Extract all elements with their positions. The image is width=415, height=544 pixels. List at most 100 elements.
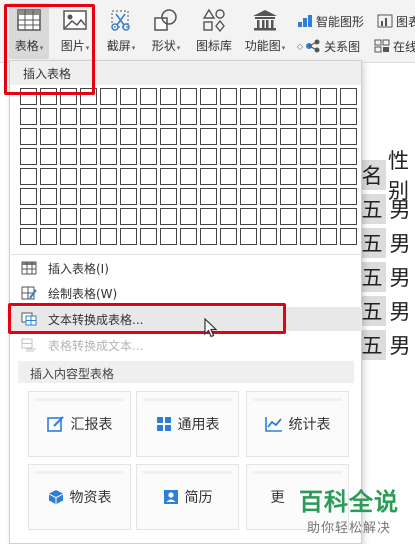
grid-cell[interactable] [340,108,357,125]
grid-cell[interactable] [60,108,77,125]
grid-cell[interactable] [320,128,337,145]
grid-cell[interactable] [140,208,157,225]
grid-cell[interactable] [260,88,277,105]
grid-cell[interactable] [120,188,137,205]
grid-cell[interactable] [100,148,117,165]
grid-cell[interactable] [340,88,357,105]
grid-cell[interactable] [340,148,357,165]
grid-cell[interactable] [120,88,137,105]
grid-cell[interactable] [20,228,37,245]
insert-table-item[interactable]: 插入表格(I) [11,256,362,280]
grid-cell[interactable] [40,228,57,245]
grid-cell[interactable] [300,208,317,225]
grid-cell[interactable] [20,128,37,145]
grid-cell[interactable] [100,128,117,145]
grid-cell[interactable] [140,128,157,145]
grid-cell[interactable] [140,88,157,105]
grid-cell[interactable] [340,168,357,185]
grid-cell[interactable] [100,188,117,205]
grid-cell[interactable] [240,168,257,185]
grid-cell[interactable] [280,208,297,225]
grid-cell[interactable] [240,228,257,245]
grid-cell[interactable] [80,208,97,225]
grid-cell[interactable] [120,168,137,185]
grid-cell[interactable] [80,228,97,245]
grid-cell[interactable] [100,208,117,225]
template-resume-card[interactable]: 简历 [136,464,239,530]
grid-cell[interactable] [160,128,177,145]
grid-cell[interactable] [60,148,77,165]
grid-cell[interactable] [220,188,237,205]
grid-cell[interactable] [200,188,217,205]
grid-cell[interactable] [180,208,197,225]
template-report-card[interactable]: 汇报表 [28,391,131,457]
template-supplies-card[interactable]: 物资表 [28,464,131,530]
grid-cell[interactable] [240,108,257,125]
grid-cell[interactable] [100,168,117,185]
grid-cell[interactable] [220,208,237,225]
screenshot-button[interactable]: 截屏▾ [101,3,141,59]
grid-cell[interactable] [280,168,297,185]
grid-cell[interactable] [320,168,337,185]
grid-cell[interactable] [160,208,177,225]
grid-cell[interactable] [220,108,237,125]
grid-cell[interactable] [60,228,77,245]
grid-cell[interactable] [180,108,197,125]
grid-cell[interactable] [180,148,197,165]
grid-cell[interactable] [240,128,257,145]
grid-cell[interactable] [320,88,337,105]
grid-cell[interactable] [280,108,297,125]
grid-cell[interactable] [40,148,57,165]
grid-cell[interactable] [140,188,157,205]
grid-cell[interactable] [60,188,77,205]
online-chart-button[interactable]: 在线 [374,36,415,56]
grid-cell[interactable] [280,128,297,145]
grid-cell[interactable] [280,228,297,245]
grid-cell[interactable] [300,228,317,245]
table-size-grid[interactable] [20,88,357,245]
grid-cell[interactable] [300,188,317,205]
grid-cell[interactable] [240,148,257,165]
chart-button[interactable]: 图表 [377,11,415,31]
grid-cell[interactable] [220,148,237,165]
grid-cell[interactable] [300,148,317,165]
grid-cell[interactable] [140,228,157,245]
grid-cell[interactable] [120,148,137,165]
grid-cell[interactable] [200,208,217,225]
grid-cell[interactable] [220,168,237,185]
grid-cell[interactable] [120,108,137,125]
grid-cell[interactable] [240,188,257,205]
grid-cell[interactable] [160,148,177,165]
grid-cell[interactable] [40,168,57,185]
grid-cell[interactable] [320,148,337,165]
grid-cell[interactable] [180,228,197,245]
grid-cell[interactable] [260,168,277,185]
template-general-card[interactable]: 通用表 [136,391,239,457]
grid-cell[interactable] [20,108,37,125]
grid-cell[interactable] [340,208,357,225]
grid-cell[interactable] [300,128,317,145]
grid-cell[interactable] [280,88,297,105]
grid-cell[interactable] [200,228,217,245]
grid-cell[interactable] [80,128,97,145]
grid-cell[interactable] [100,108,117,125]
grid-cell[interactable] [260,128,277,145]
grid-cell[interactable] [100,228,117,245]
grid-cell[interactable] [260,188,277,205]
grid-cell[interactable] [340,188,357,205]
grid-cell[interactable] [200,148,217,165]
grid-cell[interactable] [40,108,57,125]
grid-cell[interactable] [160,168,177,185]
grid-cell[interactable] [160,108,177,125]
grid-cell[interactable] [280,148,297,165]
grid-cell[interactable] [240,208,257,225]
grid-cell[interactable] [20,188,37,205]
table-to-text-item[interactable]: 表格转换成文本... [11,333,362,357]
grid-cell[interactable] [20,168,37,185]
icon-library-button[interactable]: 图标库 [192,3,236,59]
grid-cell[interactable] [40,188,57,205]
grid-cell[interactable] [300,88,317,105]
grid-cell[interactable] [80,108,97,125]
grid-cell[interactable] [40,208,57,225]
grid-cell[interactable] [80,188,97,205]
